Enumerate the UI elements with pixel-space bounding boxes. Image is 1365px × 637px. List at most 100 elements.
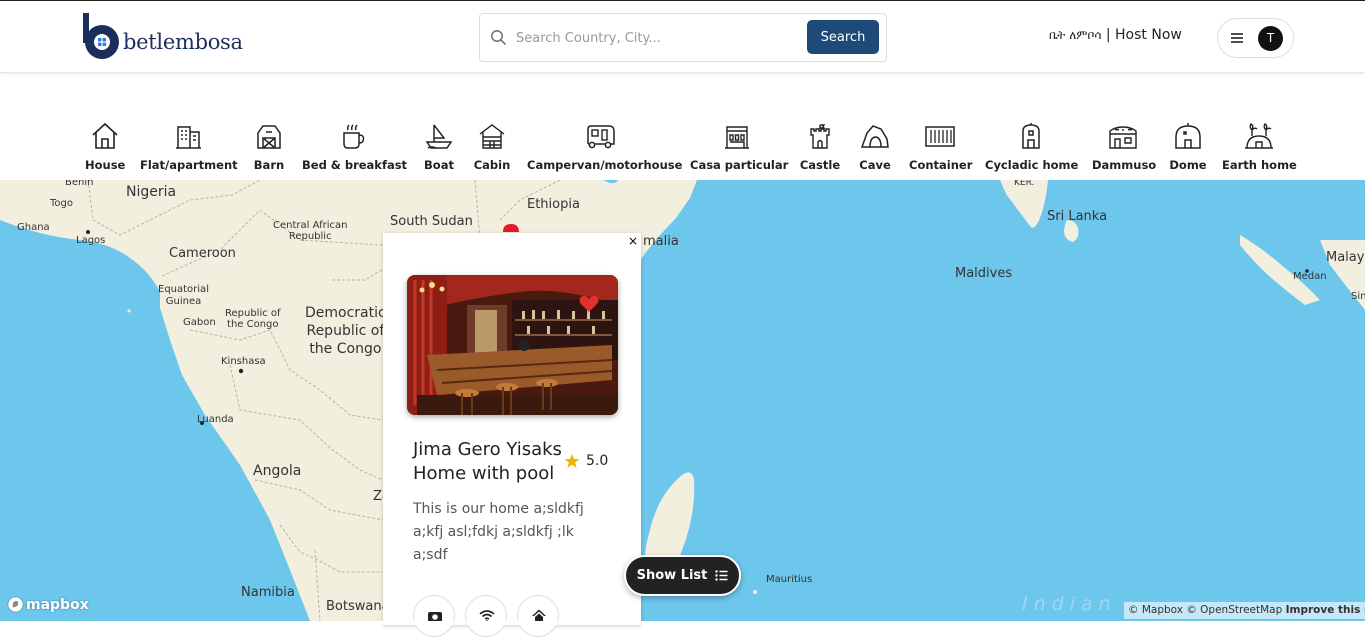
attribution-text[interactable]: © Mapbox © OpenStreetMap [1128,604,1282,616]
favorite-heart-icon[interactable] [579,295,599,313]
map-label-south-sudan: South Sudan [390,214,473,229]
map-label-luanda: Luanda [197,414,234,425]
avatar: T [1258,26,1283,51]
category-label: Cabin [473,158,511,172]
category-label: Campervan/motorhouse [527,158,683,172]
campervan-icon [586,125,615,149]
user-menu-button[interactable]: T [1217,18,1294,58]
category-label: Flat/apartment [140,158,238,172]
map-attribution: © Mapbox © OpenStreetMap Improve this ma… [1124,602,1365,619]
amenity-home [517,595,559,637]
star-icon [564,454,580,468]
listing-rating: 5.0 [564,453,608,469]
map-label-kerala: KER. [1014,180,1035,188]
map-label-drc: Democratic Republic of the Congo [305,305,386,357]
listing-title: Jima Gero Yisaks Home with pool [413,439,562,484]
category-cycladic-home[interactable]: Cycladic home [985,121,1079,172]
map-label-cameroon: Cameroon [169,246,236,261]
coffee-cup-icon [342,124,364,149]
map-label-botswana: Botswana [326,599,390,614]
search-bar: Search [479,13,887,62]
map-label-sri-lanka: Sri Lanka [1047,209,1108,224]
category-label: Castle [799,158,841,172]
category-flat-apartment[interactable]: Flat/apartment [140,121,238,172]
host-amharic-label: ቤት ለምቦሳ [1049,28,1102,42]
map-label-equatorial-guinea: Equatorial Guinea [158,284,209,307]
logo-text: betlembosa [123,30,243,54]
search-input[interactable] [516,27,796,49]
category-dammuso[interactable]: Dammuso [1092,121,1157,172]
boat-icon [425,124,453,149]
earth-home-icon [1245,123,1273,149]
category-bed-breakfast[interactable]: Bed & breakfast [302,121,408,172]
map-label-angola: Angola [253,463,302,479]
map-label-republic-of-congo: Republic of the Congo [225,308,281,330]
host-now-label: Host Now [1115,27,1182,43]
category-label: Container [909,158,973,172]
listing-description: This is our home a;sldkfj a;kfj asl;fdkj… [413,501,584,563]
map-label-gabon: Gabon [183,317,216,328]
container-icon [925,126,955,147]
category-casa-particular[interactable]: Casa particular [690,121,789,172]
map-label-kinshasa: Kinshasa [221,356,266,367]
dammuso-icon [1109,126,1137,149]
category-house[interactable]: House [85,121,125,172]
search-icon [491,30,507,46]
category-label: Casa particular [690,158,789,172]
category-label: Dammuso [1092,158,1157,172]
map-label-nigeria: Nigeria [126,184,177,200]
map-label-medan: Medan [1293,271,1327,282]
map-label-togo: Togo [50,198,73,209]
category-castle[interactable]: Castle [798,121,842,172]
cabin-icon [479,124,505,149]
rating-value: 5.0 [586,453,609,469]
category-boat[interactable]: Boat [419,121,459,172]
map-label-ethiopia: Ethiopia [527,197,580,212]
building-icon [175,126,201,149]
logo-mark-icon [83,13,119,59]
dome-icon [1175,123,1201,149]
search-button[interactable]: Search [807,20,879,54]
show-list-button[interactable]: Show List [624,555,741,596]
close-popup-button[interactable]: × [628,234,638,248]
category-cabin[interactable]: Cabin [472,121,512,172]
category-label: Cave [859,158,891,172]
show-list-label: Show List [636,568,708,583]
category-container[interactable]: Container [909,121,973,172]
mapbox-icon [7,596,24,613]
category-cave[interactable]: Cave [855,121,895,172]
map-label-malaysia: Malay [1326,250,1365,265]
map-label-ghana: Ghana [17,222,50,233]
map-label-mauritius: Mauritius [766,574,813,585]
map-label-somalia: malia [643,234,679,249]
mapbox-brand: mapbox [26,596,89,613]
category-label: Boat [424,158,454,172]
logo[interactable]: betlembosa [83,13,243,61]
amenity-wifi [465,595,507,637]
house-icon [92,122,118,149]
category-label: Bed & breakfast [302,158,408,172]
map-label-lagos: Lagos [76,235,106,246]
barn-icon [257,125,281,149]
category-dome[interactable]: Dome [1168,121,1208,172]
category-barn[interactable]: Barn [249,121,289,172]
castle-icon [810,124,830,149]
cave-icon [860,125,889,148]
host-now-link[interactable]: ቤት ለምቦሳ | Host Now [1049,27,1182,43]
category-label: Dome [1169,158,1207,172]
category-label: House [85,158,126,172]
improve-map-link[interactable]: Improve this map [1286,604,1365,616]
category-label: Cycladic home [985,158,1079,172]
top-navbar: betlembosa Search ቤት ለምቦሳ | Host Now T [0,1,1365,73]
map-label-singapore: Sin [1351,291,1365,302]
category-campervan[interactable]: Campervan/motorhouse [527,121,683,172]
category-label: Barn [253,158,285,172]
category-label: Earth home [1222,158,1297,172]
category-earth-home[interactable]: Earth home [1222,121,1297,172]
map-label-namibia: Namibia [241,585,295,600]
casa-icon [725,126,749,149]
mapbox-logo[interactable]: mapbox [7,596,89,613]
hamburger-icon [1231,33,1243,43]
list-icon [715,570,728,581]
map-label-indian-ocean: Indian [1022,593,1117,615]
